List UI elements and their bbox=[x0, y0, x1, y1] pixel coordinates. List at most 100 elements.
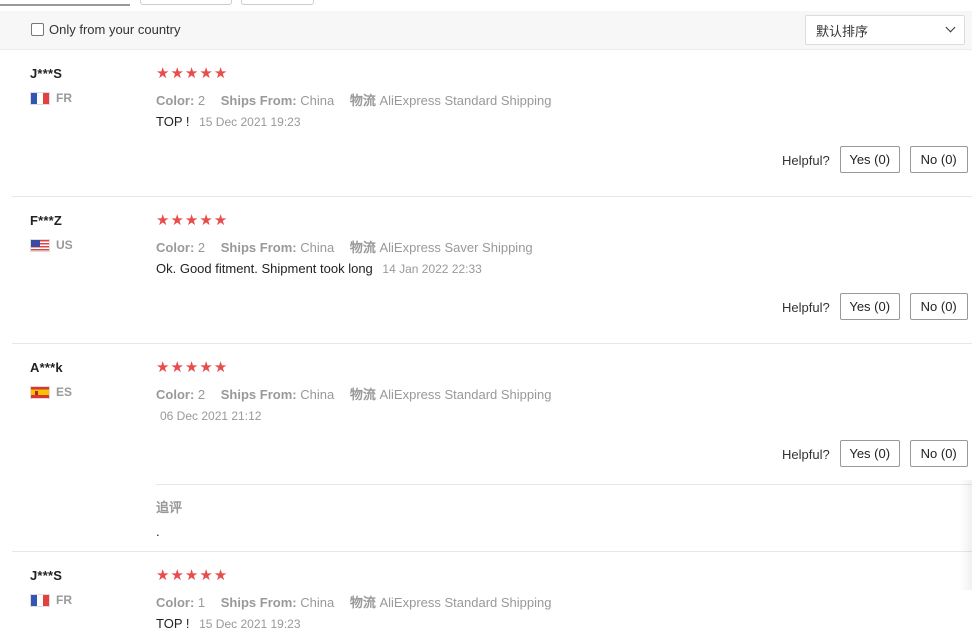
helpful-yes-button[interactable]: Yes (0) bbox=[839, 293, 900, 320]
ships-from-label: Ships From: bbox=[220, 387, 297, 402]
ships-from-value: China bbox=[300, 595, 335, 610]
review-item: A***k ES ★ ★ ★ ★ ★ Color: 2 Ships From: … bbox=[0, 344, 972, 552]
color-value: 2 bbox=[197, 240, 206, 255]
only-country-checkbox[interactable] bbox=[31, 23, 44, 36]
logistics-label: 物流 bbox=[349, 595, 376, 610]
review-properties: Color: 2 Ships From: China 物流 AliExpress… bbox=[156, 384, 563, 403]
star-icon: ★ bbox=[199, 567, 213, 584]
star-icon: ★ bbox=[213, 567, 228, 584]
color-label: Color: bbox=[156, 387, 195, 402]
helpful-label: Helpful? bbox=[782, 300, 830, 315]
review-text: Ok. Good fitment. Shipment took long bbox=[156, 261, 373, 276]
star-icon: ★ bbox=[170, 65, 184, 82]
reviewer-country: US bbox=[30, 238, 73, 252]
helpful-label: Helpful? bbox=[782, 153, 830, 168]
helpful-no-button[interactable]: No (0) bbox=[909, 293, 968, 320]
color-label: Color: bbox=[156, 93, 195, 108]
review-date: 14 Jan 2022 22:33 bbox=[382, 262, 482, 276]
ships-from-value: China bbox=[300, 387, 335, 402]
scroll-shadow bbox=[960, 480, 972, 590]
star-icon: ★ bbox=[213, 65, 228, 82]
france-flag-icon bbox=[30, 91, 50, 105]
color-label: Color: bbox=[156, 595, 195, 610]
reviewer-name: J***S bbox=[30, 568, 63, 583]
review-properties: Color: 2 Ships From: China 物流 AliExpress… bbox=[156, 237, 545, 256]
usa-flag-icon bbox=[30, 238, 50, 252]
review-date: 06 Dec 2021 21:12 bbox=[160, 409, 262, 423]
logistics-value: AliExpress Standard Shipping bbox=[379, 595, 552, 610]
tab-stub[interactable] bbox=[0, 0, 130, 6]
helpful-label: Helpful? bbox=[782, 447, 830, 462]
star-rating: ★ ★ ★ ★ ★ bbox=[156, 66, 227, 81]
review-item: J***S FR ★ ★ ★ ★ ★ Color: 2 Ships From: … bbox=[0, 50, 972, 197]
logistics-label: 物流 bbox=[349, 240, 376, 255]
helpful-vote: Helpful? Yes (0) No (0) bbox=[782, 440, 968, 467]
logistics-label: 物流 bbox=[349, 93, 376, 108]
review-content: TOP ! 15 Dec 2021 19:23 bbox=[156, 114, 301, 129]
ships-from-label: Ships From: bbox=[220, 240, 297, 255]
star-rating: ★ ★ ★ ★ ★ bbox=[156, 568, 227, 583]
followup-divider bbox=[156, 484, 972, 485]
review-properties: Color: 2 Ships From: China 物流 AliExpress… bbox=[156, 90, 563, 109]
star-icon: ★ bbox=[213, 212, 228, 229]
star-icon: ★ bbox=[184, 212, 199, 229]
spain-flag-icon bbox=[30, 385, 50, 399]
star-icon: ★ bbox=[184, 65, 199, 82]
followup-title: 追评 bbox=[156, 500, 183, 515]
ships-from-value: China bbox=[300, 93, 335, 108]
review-content: 06 Dec 2021 21:12 bbox=[156, 408, 261, 423]
color-value: 2 bbox=[197, 93, 206, 108]
logistics-value: AliExpress Standard Shipping bbox=[379, 387, 552, 402]
star-icon: ★ bbox=[170, 567, 184, 584]
country-code: FR bbox=[56, 91, 72, 105]
sort-select[interactable]: 默认排序 bbox=[805, 15, 965, 45]
filter-button-stub[interactable] bbox=[140, 0, 232, 5]
review-content: Ok. Good fitment. Shipment took long 14 … bbox=[156, 261, 482, 276]
sort-select-value: 默认排序 bbox=[816, 23, 869, 39]
reviewer-country: FR bbox=[30, 91, 72, 105]
star-icon: ★ bbox=[156, 567, 170, 584]
star-rating: ★ ★ ★ ★ ★ bbox=[156, 213, 227, 228]
ships-from-value: China bbox=[300, 240, 335, 255]
reviewer-name: J***S bbox=[30, 66, 63, 81]
only-country-label: Only from your country bbox=[49, 22, 181, 37]
only-country-filter[interactable]: Only from your country bbox=[31, 22, 181, 37]
helpful-yes-button[interactable]: Yes (0) bbox=[839, 440, 900, 467]
helpful-vote: Helpful? Yes (0) No (0) bbox=[782, 146, 968, 173]
review-date: 15 Dec 2021 19:23 bbox=[199, 617, 301, 631]
star-icon: ★ bbox=[170, 359, 184, 376]
review-properties: Color: 1 Ships From: China 物流 AliExpress… bbox=[156, 592, 563, 611]
review-text: TOP ! bbox=[156, 114, 190, 129]
review-content: TOP ! 15 Dec 2021 19:23 bbox=[156, 616, 301, 631]
color-label: Color: bbox=[156, 240, 195, 255]
star-icon: ★ bbox=[199, 359, 213, 376]
color-value: 1 bbox=[197, 595, 206, 610]
reviewer-name: A***k bbox=[30, 360, 63, 375]
logistics-value: AliExpress Standard Shipping bbox=[379, 93, 552, 108]
helpful-yes-button[interactable]: Yes (0) bbox=[839, 146, 900, 173]
country-code: ES bbox=[56, 385, 73, 399]
star-icon: ★ bbox=[199, 212, 213, 229]
france-flag-icon bbox=[30, 593, 50, 607]
reviewer-country: ES bbox=[30, 385, 72, 399]
star-icon: ★ bbox=[213, 359, 228, 376]
logistics-label: 物流 bbox=[349, 387, 376, 402]
helpful-no-button[interactable]: No (0) bbox=[909, 440, 968, 467]
star-icon: ★ bbox=[184, 359, 199, 376]
color-value: 2 bbox=[197, 387, 206, 402]
ships-from-label: Ships From: bbox=[220, 595, 297, 610]
star-icon: ★ bbox=[199, 65, 213, 82]
star-icon: ★ bbox=[156, 65, 170, 82]
star-icon: ★ bbox=[170, 212, 184, 229]
reviewer-country: FR bbox=[30, 593, 72, 607]
helpful-no-button[interactable]: No (0) bbox=[909, 146, 968, 173]
country-code: US bbox=[56, 238, 73, 252]
star-icon: ★ bbox=[156, 359, 170, 376]
helpful-vote: Helpful? Yes (0) No (0) bbox=[782, 293, 968, 320]
reviewer-name: F***Z bbox=[30, 213, 63, 228]
review-item: F***Z US ★ ★ ★ ★ ★ Color: 2 Ships From: … bbox=[0, 197, 972, 344]
chevron-down-icon bbox=[945, 22, 956, 33]
star-rating: ★ ★ ★ ★ ★ bbox=[156, 360, 227, 375]
filter-button-stub[interactable] bbox=[241, 0, 314, 5]
star-icon: ★ bbox=[156, 212, 170, 229]
